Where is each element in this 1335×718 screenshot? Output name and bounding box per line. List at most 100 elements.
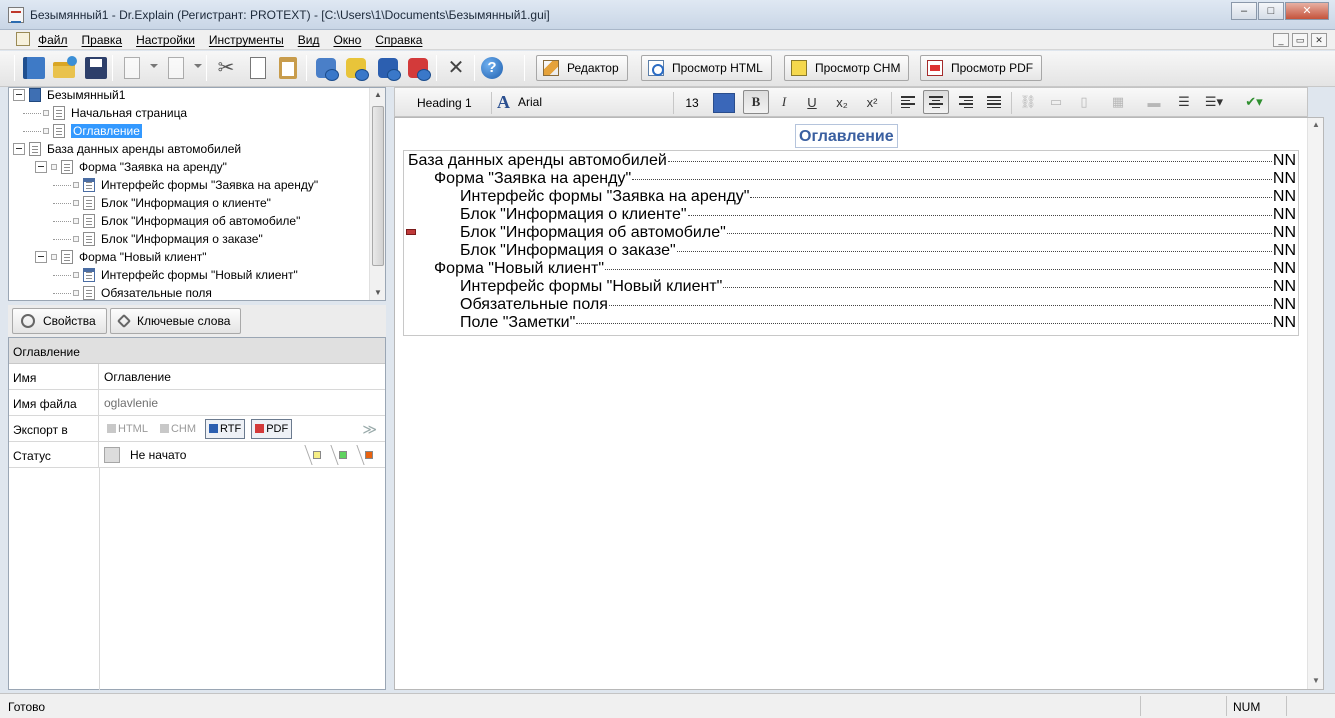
- export-rtf-button[interactable]: [374, 54, 402, 82]
- tree-item[interactable]: Блок "Информация о заказе": [53, 230, 263, 248]
- export-rtf-toggle[interactable]: RTF: [205, 418, 246, 439]
- editor-scrollbar[interactable]: ▲ ▼: [1307, 118, 1323, 689]
- tree-item[interactable]: Начальная страница: [23, 104, 187, 122]
- align-left-button[interactable]: [895, 90, 921, 114]
- collapse-icon[interactable]: [13, 89, 25, 101]
- scroll-down-icon[interactable]: ▼: [1312, 676, 1320, 685]
- status-yellow-icon[interactable]: [313, 451, 321, 459]
- export-pdf-button[interactable]: [404, 54, 432, 82]
- status-green-icon[interactable]: [339, 451, 347, 459]
- document-icon[interactable]: [16, 32, 30, 46]
- tree-item-root[interactable]: Безымянный1: [13, 86, 125, 104]
- book-button[interactable]: [20, 54, 48, 82]
- paragraph-style-select[interactable]: Heading 1: [407, 91, 487, 113]
- add-child-button[interactable]: [162, 54, 190, 82]
- menu-help[interactable]: Справка: [375, 33, 422, 47]
- filename-field[interactable]: oglavlenie: [99, 390, 385, 415]
- tree-item[interactable]: Интерфейс формы "Заявка на аренду": [53, 176, 318, 194]
- tree-item[interactable]: Интерфейс формы "Новый клиент": [53, 266, 298, 284]
- menu-edit[interactable]: Правка: [82, 33, 123, 47]
- bullet-list-button[interactable]: ☰: [1171, 90, 1197, 114]
- cut-button[interactable]: ✂: [212, 54, 240, 82]
- minimize-button[interactable]: –: [1231, 2, 1257, 20]
- add-topic-button[interactable]: [118, 54, 146, 82]
- tree-item-selected[interactable]: Оглавление: [23, 122, 142, 140]
- menu-settings[interactable]: Настройки: [136, 33, 195, 47]
- project-tree[interactable]: Безымянный1 Начальная страница Оглавлени…: [8, 87, 386, 301]
- toc-line[interactable]: Блок "Информация о клиенте" NN: [408, 206, 1296, 224]
- toc-line[interactable]: Интерфейс формы "Заявка на аренду" NN: [408, 188, 1296, 206]
- underline-button[interactable]: U: [799, 90, 825, 114]
- insert-line-button[interactable]: ▬: [1141, 90, 1167, 114]
- toc-line[interactable]: Поле "Заметки" NN: [408, 314, 1296, 332]
- menu-file[interactable]: Файл: [38, 33, 68, 47]
- copy-button[interactable]: [244, 54, 272, 82]
- tree-item[interactable]: Блок "Информация об автомобиле": [53, 212, 300, 230]
- html-preview-button[interactable]: Просмотр HTML: [641, 55, 772, 81]
- font-size-select[interactable]: 13: [677, 91, 707, 113]
- help-button[interactable]: ?: [478, 54, 506, 82]
- superscript-button[interactable]: x²: [859, 90, 885, 114]
- tree-item[interactable]: Блок "Информация о клиенте": [53, 194, 271, 212]
- tab-keywords[interactable]: Ключевые слова: [110, 308, 242, 334]
- toc-line[interactable]: Интерфейс формы "Новый клиент" NN: [408, 278, 1296, 296]
- justify-button[interactable]: [981, 90, 1007, 114]
- menu-view[interactable]: Вид: [298, 33, 320, 47]
- add-topic-dropdown-icon[interactable]: [150, 64, 158, 68]
- insert-image-button[interactable]: ▭: [1043, 90, 1069, 114]
- status-orange-icon[interactable]: [365, 451, 373, 459]
- chm-preview-button[interactable]: Просмотр CHM: [784, 55, 910, 81]
- align-right-button[interactable]: [953, 90, 979, 114]
- status-field[interactable]: Не начато: [99, 442, 385, 467]
- toc-line[interactable]: Блок "Информация о заказе" NN: [408, 242, 1296, 260]
- collapse-icon[interactable]: [13, 143, 25, 155]
- mdi-restore-button[interactable]: ▭: [1292, 33, 1308, 47]
- spellcheck-button[interactable]: ✔▾: [1241, 90, 1267, 114]
- mdi-minimize-button[interactable]: _: [1273, 33, 1289, 47]
- insert-object-button[interactable]: ▯: [1071, 90, 1097, 114]
- close-button[interactable]: ✕: [1285, 2, 1329, 20]
- name-field[interactable]: Оглавление: [99, 364, 385, 389]
- settings-tools-button[interactable]: ✕: [442, 54, 470, 82]
- document-title[interactable]: Оглавление: [795, 124, 898, 148]
- menu-window[interactable]: Окно: [333, 33, 361, 47]
- app-icon[interactable]: [8, 7, 24, 23]
- document-editor[interactable]: Оглавление База данных аренды автомобиле…: [394, 117, 1324, 690]
- pdf-preview-button[interactable]: Просмотр PDF: [920, 55, 1043, 81]
- tree-item[interactable]: Форма "Заявка на аренду": [35, 158, 227, 176]
- export-pdf-toggle[interactable]: PDF: [251, 418, 293, 439]
- bold-button[interactable]: B: [743, 90, 769, 114]
- save-button[interactable]: [82, 54, 110, 82]
- font-family-select[interactable]: A Arial: [497, 91, 667, 113]
- italic-button[interactable]: I: [771, 90, 797, 114]
- export-chm-toggle[interactable]: CHM: [157, 419, 199, 439]
- double-check-icon[interactable]: ≫: [362, 421, 377, 438]
- tree-scrollbar[interactable]: ▲ ▼: [369, 88, 385, 300]
- toc-line[interactable]: База данных аренды автомобилей NN: [408, 152, 1296, 170]
- open-button[interactable]: [50, 54, 78, 82]
- scroll-up-icon[interactable]: ▲: [374, 90, 382, 99]
- collapse-icon[interactable]: [35, 251, 47, 263]
- align-center-button[interactable]: [923, 90, 949, 114]
- subscript-button[interactable]: x₂: [829, 90, 855, 114]
- toc-line[interactable]: Форма "Новый клиент" NN: [408, 260, 1296, 278]
- scrollbar-thumb[interactable]: [372, 106, 384, 266]
- menu-tools[interactable]: Инструменты: [209, 33, 284, 47]
- mdi-close-button[interactable]: ✕: [1311, 33, 1327, 47]
- insert-link-button[interactable]: ⛓: [1015, 90, 1041, 114]
- toc-line[interactable]: Обязательные поля NN: [408, 296, 1296, 314]
- toc-line[interactable]: Блок "Информация об автомобиле" NN: [408, 224, 1296, 242]
- numbered-list-button[interactable]: ☰▾: [1201, 90, 1227, 114]
- export-html-button[interactable]: [312, 54, 340, 82]
- add-child-dropdown-icon[interactable]: [194, 64, 202, 68]
- tree-item[interactable]: Обязательные поля: [53, 284, 212, 302]
- export-chm-button[interactable]: [342, 54, 370, 82]
- maximize-button[interactable]: □: [1258, 2, 1284, 20]
- export-html-toggle[interactable]: HTML: [104, 419, 151, 439]
- paste-button[interactable]: [274, 54, 302, 82]
- tree-item[interactable]: Форма "Новый клиент": [35, 248, 207, 266]
- tab-properties[interactable]: Свойства: [12, 308, 107, 334]
- collapse-icon[interactable]: [35, 161, 47, 173]
- insert-table-button[interactable]: ▦: [1105, 90, 1131, 114]
- editor-view-button[interactable]: Редактор: [536, 55, 628, 81]
